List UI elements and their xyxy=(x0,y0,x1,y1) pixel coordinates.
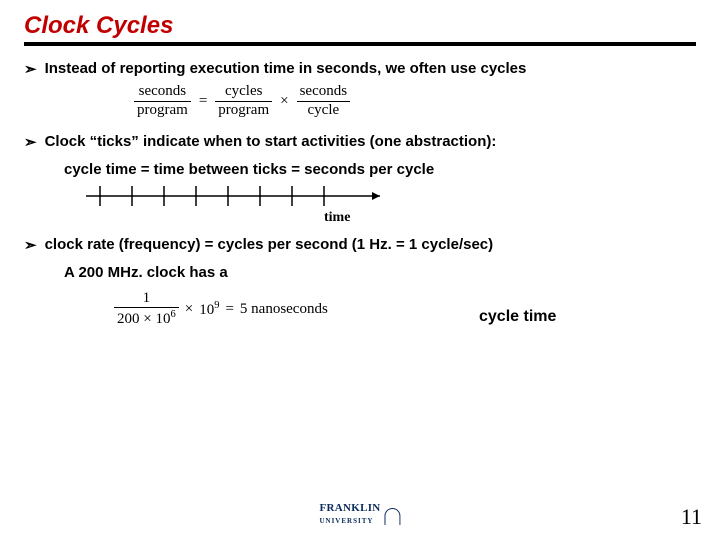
logo-sub: UNIVERSITY xyxy=(319,517,373,525)
frac-num: 1 xyxy=(114,291,179,307)
bullet-2-text: Clock “ticks” indicate when to start act… xyxy=(45,133,696,150)
ten-to-9: 109 xyxy=(199,300,219,319)
frac-num: cycles xyxy=(215,84,272,100)
frac-cycles-program: cycles program xyxy=(215,84,272,119)
arrow-icon: ➣ xyxy=(24,236,37,254)
frac-den: 200 × 106 xyxy=(114,309,179,328)
cycle-time-label: cycle time xyxy=(479,308,696,326)
den-exp-6: 6 xyxy=(170,309,175,320)
bullet-1: ➣ Instead of reporting execution time in… xyxy=(24,60,696,78)
formula-seconds-cycles: seconds program = cycles program × secon… xyxy=(134,84,696,119)
rhs-10: 10 xyxy=(199,302,214,318)
times-sign: × xyxy=(143,311,151,327)
den-200: 200 xyxy=(117,311,140,327)
bullet-3-text: clock rate (frequency) = cycles per seco… xyxy=(45,236,696,253)
times-sign: × xyxy=(185,301,193,318)
frac-seconds-cycle: seconds cycle xyxy=(297,84,351,119)
time-axis-label: time xyxy=(324,210,696,226)
equals-sign: = xyxy=(199,93,207,110)
frac-1-over-200e6: 1 200 × 106 xyxy=(114,291,179,329)
bullet-2: ➣ Clock “ticks” indicate when to start a… xyxy=(24,133,696,151)
logo-name: FRANKLIN xyxy=(319,502,380,514)
den-10: 10 xyxy=(155,311,170,327)
rhs-exp-9: 9 xyxy=(214,300,219,311)
clock-example-line: A 200 MHz. clock has a xyxy=(64,264,696,281)
page-number: 11 xyxy=(681,504,702,530)
bullet-1-text: Instead of reporting execution time in s… xyxy=(45,60,696,77)
result-5ns: 5 nanoseconds xyxy=(240,301,328,318)
frac-den: program xyxy=(215,103,272,119)
arrow-icon: ➣ xyxy=(24,133,37,151)
franklin-logo: FRANKLIN UNIVERSITY xyxy=(319,502,400,526)
frac-num: seconds xyxy=(134,84,191,100)
frac-seconds-program: seconds program xyxy=(134,84,191,119)
logo-mark-icon xyxy=(385,508,401,525)
frac-num: seconds xyxy=(297,84,351,100)
frac-den: program xyxy=(134,103,191,119)
equals-sign: = xyxy=(225,301,233,318)
times-sign: × xyxy=(280,93,288,110)
bullet-3: ➣ clock rate (frequency) = cycles per se… xyxy=(24,236,696,254)
title-rule xyxy=(24,42,696,46)
timeline-ticks xyxy=(80,182,400,210)
frac-den: cycle xyxy=(297,103,351,119)
cycle-time-eq-line: cycle time = time between ticks = second… xyxy=(64,161,696,178)
slide-title: Clock Cycles xyxy=(24,12,696,40)
arrow-icon: ➣ xyxy=(24,60,37,78)
